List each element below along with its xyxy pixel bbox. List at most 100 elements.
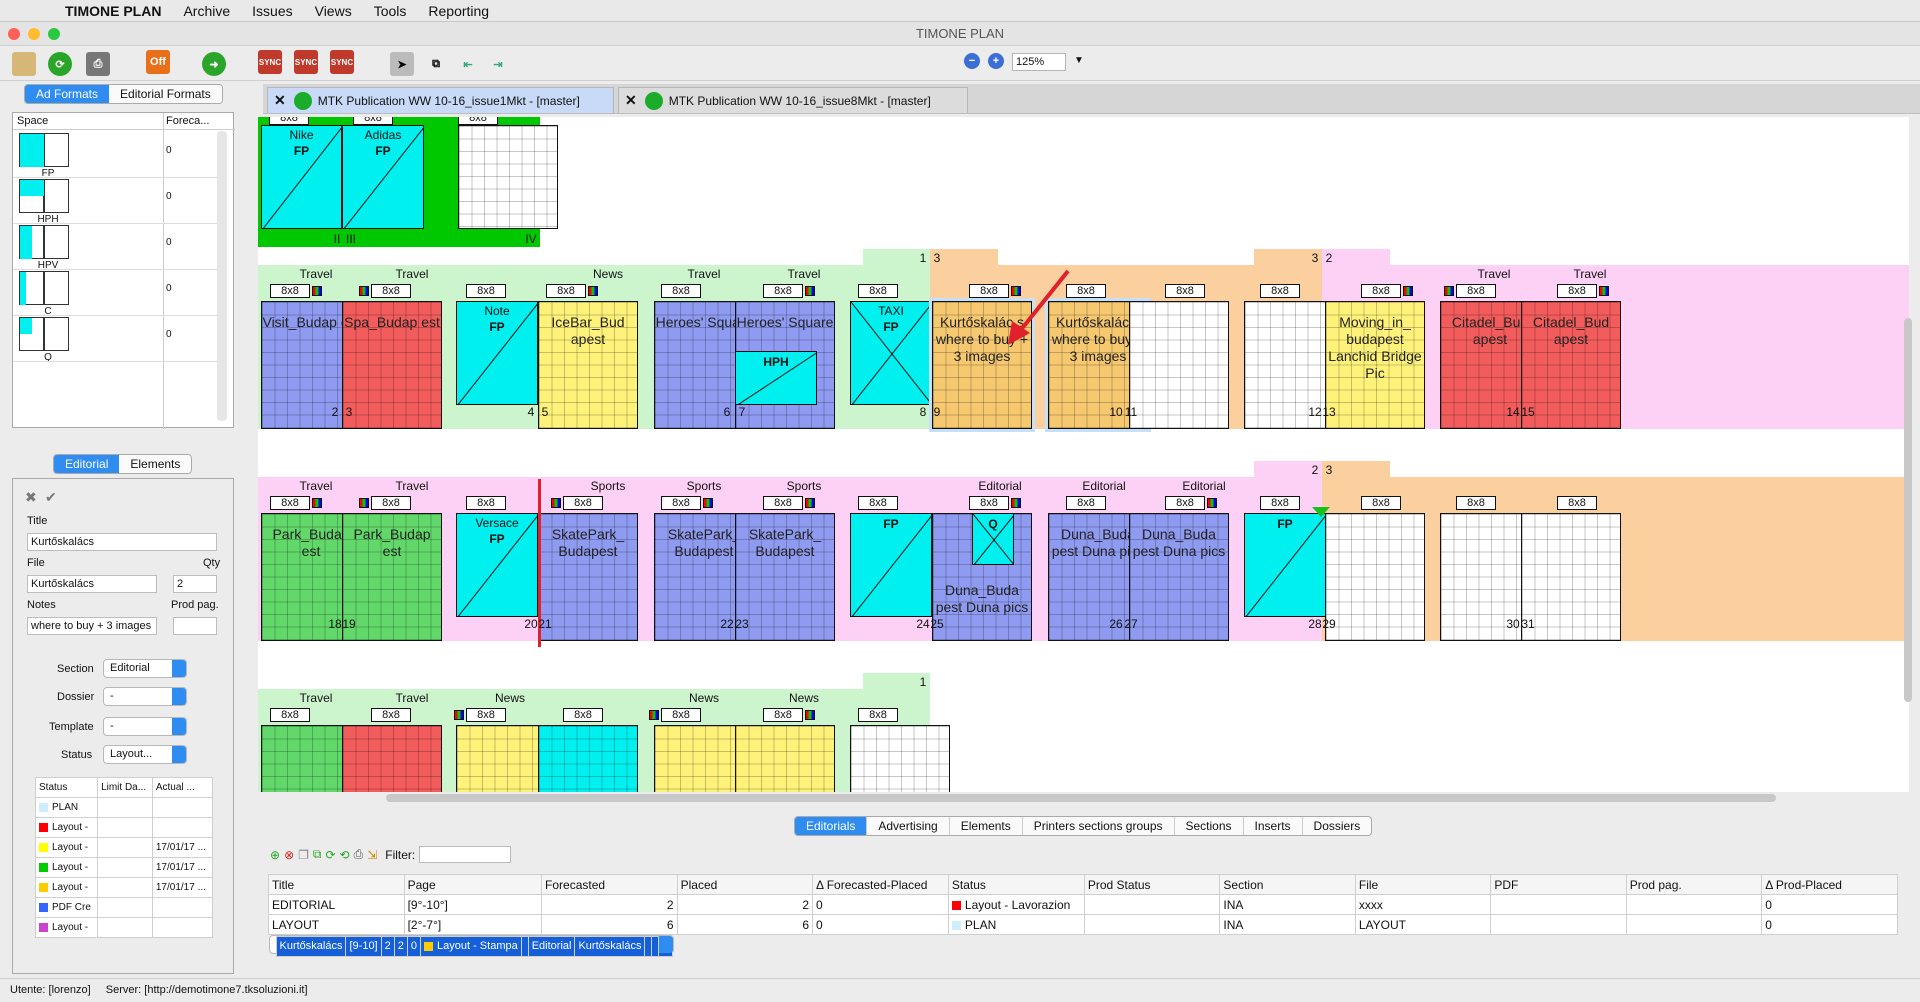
- canvas-h-scrollbar[interactable]: [386, 794, 1776, 802]
- minimize-window-button[interactable]: [28, 28, 40, 40]
- tab-editorial[interactable]: Editorial: [54, 455, 120, 473]
- off-button[interactable]: Off: [146, 50, 170, 74]
- link-icon[interactable]: ⧉: [313, 847, 322, 862]
- add-icon[interactable]: ⊕: [270, 848, 280, 862]
- copy-icon[interactable]: ❐: [298, 848, 309, 862]
- status-row[interactable]: Layout - 17/01/17 ...: [34, 837, 214, 858]
- page-23[interactable]: SkatePark_ Budapest: [735, 513, 835, 641]
- ad-box[interactable]: Adidas FP: [342, 125, 424, 229]
- template-select[interactable]: -: [103, 717, 187, 736]
- page-29[interactable]: [1325, 513, 1425, 641]
- tab-ad-formats[interactable]: Ad Formats: [25, 85, 110, 103]
- open-folder-icon[interactable]: [12, 52, 36, 76]
- select-copy-icon[interactable]: ⧉: [424, 52, 448, 76]
- formats-scrollbar[interactable]: [217, 131, 227, 421]
- format-thumb[interactable]: [19, 179, 44, 213]
- page-5[interactable]: IceBar_Bud apest: [538, 301, 638, 429]
- status-row[interactable]: PDF Cre: [34, 897, 214, 918]
- filter-input[interactable]: [419, 846, 512, 863]
- tab-dossiers[interactable]: Dossiers: [1303, 817, 1372, 835]
- table-header[interactable]: PDF: [1490, 874, 1627, 895]
- sync-left-button[interactable]: SYNC: [258, 50, 282, 74]
- close-tab-icon[interactable]: ✕: [274, 92, 286, 109]
- zoom-out-icon[interactable]: −: [964, 53, 980, 69]
- tab-elements-list[interactable]: Elements: [950, 817, 1023, 835]
- print-list-icon[interactable]: ⎙: [354, 847, 364, 862]
- dossier-select[interactable]: -: [103, 687, 187, 706]
- table-row[interactable]: EDITORIAL [9°-10°] 2 2 0 Layout - Lavorazion I…: [268, 894, 1898, 915]
- status-row[interactable]: Layout - 17/01/17 ...: [34, 877, 214, 898]
- move-right-icon[interactable]: ⇥: [486, 52, 510, 76]
- zoom-window-button[interactable]: [48, 28, 60, 40]
- format-thumb[interactable]: [19, 133, 44, 167]
- page-21[interactable]: SkatePark_ Budapest: [538, 513, 638, 641]
- move-left-icon[interactable]: ⇤: [456, 52, 480, 76]
- table-header[interactable]: Section: [1219, 874, 1356, 895]
- table-row[interactable]: LAYOUT [2°-7°] 6 6 0 PLAN INA LAYOUT 0: [268, 914, 1898, 935]
- refresh-list-icon[interactable]: ⟳: [325, 848, 335, 862]
- page-15[interactable]: Citadel_Bud apest: [1521, 301, 1621, 429]
- page-31[interactable]: [1521, 513, 1621, 641]
- notes-input[interactable]: where to buy + 3 images: [27, 617, 157, 635]
- tab-inserts[interactable]: Inserts: [1244, 817, 1303, 835]
- confirm-icon[interactable]: ✔: [45, 489, 57, 506]
- menu-views[interactable]: Views: [304, 3, 363, 19]
- refresh-icon[interactable]: ⟳: [48, 52, 72, 76]
- table-header[interactable]: Prod pag.: [1625, 874, 1763, 895]
- table-header[interactable]: Title: [268, 874, 405, 895]
- page-row3-f[interactable]: [735, 725, 835, 792]
- section-select[interactable]: Editorial: [103, 659, 187, 678]
- page-3[interactable]: Spa_Budap est: [342, 301, 442, 429]
- qty-input[interactable]: 2: [173, 575, 217, 593]
- status-row[interactable]: PLAN: [34, 797, 214, 818]
- flat-plan-canvas[interactable]: 8x8 8x8 8x8 Nike FP Adidas FP II III IV 1 3 3 2 Travel…: [258, 117, 1909, 792]
- ad-box[interactable]: Q: [972, 513, 1014, 565]
- reload-icon[interactable]: ⟲: [340, 848, 350, 862]
- pointer-tool-icon[interactable]: ➤: [390, 52, 414, 76]
- menu-issues[interactable]: Issues: [241, 3, 303, 19]
- doc-tab-issue8[interactable]: ✕ MTK Publication WW 10-16_issue8Mkt - […: [618, 87, 968, 113]
- tab-advertising[interactable]: Advertising: [867, 817, 950, 835]
- title-input[interactable]: Kurtőskalács: [27, 533, 217, 551]
- page-row3-g[interactable]: [850, 725, 950, 792]
- status-row[interactable]: Layout -: [34, 817, 214, 838]
- table-header[interactable]: Status: [947, 874, 1085, 895]
- page-row3-b[interactable]: [342, 725, 442, 792]
- menu-archive[interactable]: Archive: [172, 3, 241, 19]
- delete-icon[interactable]: ⊗: [284, 848, 294, 862]
- close-window-button[interactable]: [8, 28, 20, 40]
- page-row3-d[interactable]: [538, 725, 638, 792]
- ad-box[interactable]: Nike FP: [261, 125, 342, 229]
- page-19[interactable]: Park_Budap est: [342, 513, 442, 641]
- file-input[interactable]: Kurtőskalács: [27, 575, 157, 593]
- tab-elements[interactable]: Elements: [119, 455, 192, 473]
- page-cover-iv[interactable]: [458, 125, 558, 229]
- prod-pag-input[interactable]: [173, 617, 217, 635]
- doc-tab-issue1[interactable]: ✕ MTK Publication WW 10-16_issue1Mkt - […: [267, 87, 614, 113]
- table-header[interactable]: Page: [403, 874, 543, 895]
- export-icon[interactable]: ⇲: [367, 848, 377, 862]
- ad-box[interactable]: FP: [1244, 513, 1326, 617]
- format-thumb[interactable]: [19, 271, 44, 305]
- table-row[interactable]: Kurtőskalács [9-10] 2 2 0 Layout - Stampa Edit…: [268, 935, 674, 957]
- table-header[interactable]: Forecasted: [541, 874, 678, 895]
- table-header[interactable]: Placed: [676, 874, 814, 895]
- menu-tools[interactable]: Tools: [363, 3, 418, 19]
- tab-sections[interactable]: Sections: [1175, 817, 1244, 835]
- page-11[interactable]: [1129, 301, 1229, 429]
- chevron-down-icon[interactable]: ▼: [1074, 55, 1084, 66]
- table-header[interactable]: Prod Status: [1083, 874, 1221, 895]
- status-row[interactable]: Layout -: [34, 917, 214, 938]
- sync-right-button[interactable]: SYNC: [330, 50, 354, 74]
- ad-box[interactable]: FP: [850, 513, 932, 617]
- ad-box[interactable]: TAXI FP: [850, 301, 932, 405]
- ad-box[interactable]: Versace FP: [456, 513, 538, 617]
- tab-printers-sections-groups[interactable]: Printers sections groups: [1023, 817, 1175, 835]
- status-select[interactable]: Layout...: [103, 745, 187, 764]
- sync-both-button[interactable]: SYNC: [294, 50, 318, 74]
- tab-editorial-formats[interactable]: Editorial Formats: [109, 85, 222, 103]
- page-13[interactable]: Moving_in_ budapest Lanchid Bridge Pic: [1325, 301, 1425, 429]
- table-header[interactable]: Δ Prod-Placed: [1761, 874, 1898, 895]
- print-icon[interactable]: ⎙: [86, 52, 110, 76]
- cancel-icon[interactable]: ✖: [25, 489, 37, 506]
